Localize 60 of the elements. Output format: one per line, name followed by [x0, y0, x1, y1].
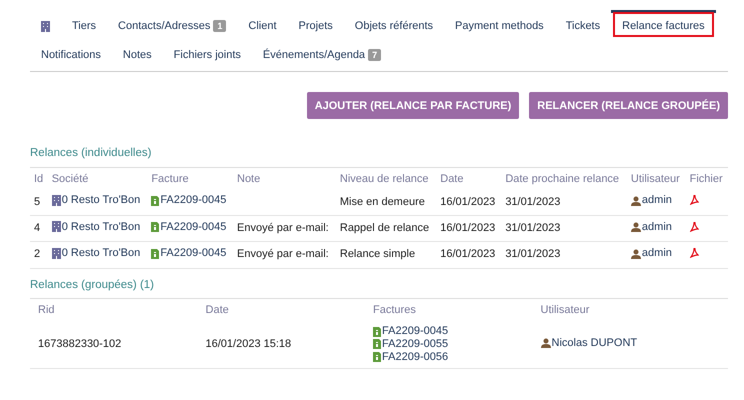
column-header: Niveau de relance	[336, 168, 436, 190]
table-cell: Relance simple	[336, 242, 436, 268]
tab[interactable]: Tiers	[61, 10, 108, 39]
table-cell: 31/01/2023	[501, 215, 627, 242]
table-cell: 31/01/2023	[501, 242, 627, 268]
tab[interactable]: Projets	[288, 10, 344, 39]
table-cell: 16/01/2023	[436, 189, 502, 216]
tab[interactable]: Payment methods	[444, 10, 555, 39]
invoice-link[interactable]: FA2209-0045	[373, 325, 529, 338]
tab[interactable]: Notes	[112, 38, 163, 68]
table-cell: 16/01/2023	[436, 215, 502, 242]
tab[interactable]: Événements/Agenda 7	[252, 38, 392, 68]
table-cell: Envoyé par e-mail:	[233, 242, 336, 268]
tab[interactable]: Fichiers joints	[162, 38, 252, 68]
table-cell: 16/01/2023 15:18	[198, 320, 366, 369]
user-link[interactable]: admin	[630, 194, 672, 208]
column-header: Fichier	[686, 168, 728, 190]
invoice-link[interactable]: FA2209-0055	[373, 338, 529, 351]
tab[interactable]: Tickets	[554, 10, 612, 39]
column-header: Date	[198, 298, 366, 320]
table-cell: Mise en demeure	[336, 189, 436, 216]
column-header: Rid	[30, 298, 198, 320]
invoice-link[interactable]: FA2209-0045	[151, 247, 226, 260]
user-link[interactable]: Nicolas DUPONT	[540, 336, 638, 350]
table-cell: Envoyé par e-mail:	[233, 215, 336, 242]
column-header: Date prochaine relance	[501, 168, 627, 190]
column-header: Facture	[147, 168, 233, 190]
tab[interactable]: Notifications	[30, 38, 112, 68]
column-header: Date	[436, 168, 502, 190]
column-header: Id	[30, 168, 48, 190]
count-badge: 1	[213, 20, 226, 32]
column-header: Utilisateur	[626, 168, 686, 190]
table-cell: 1673882330-102	[30, 320, 198, 369]
column-header: Factures	[365, 298, 533, 320]
count-badge: 7	[368, 48, 382, 62]
column-header: Note	[233, 168, 336, 190]
table-cell: 2	[30, 242, 48, 268]
user-link[interactable]: admin	[630, 220, 672, 234]
tab[interactable]: Objets référents	[344, 10, 444, 39]
table-cell: 4	[30, 215, 48, 242]
tab[interactable]: Client	[237, 10, 288, 39]
section-title: Relances (groupées) (1)	[30, 278, 728, 299]
column-header: Utilisateur	[532, 298, 728, 320]
table-cell: 16/01/2023	[436, 242, 502, 268]
tab[interactable]: Relance factures	[611, 10, 716, 39]
invoice-link[interactable]: FA2209-0045	[151, 220, 226, 234]
table-cell: 31/01/2023	[501, 189, 627, 216]
invoice-link[interactable]: FA2209-0056	[373, 350, 529, 364]
table-cell: 5	[30, 189, 48, 216]
section-title: Relances (individuelles)	[30, 147, 728, 168]
user-link[interactable]: admin	[630, 247, 672, 260]
tab[interactable]: Contacts/Adresses 1	[107, 10, 238, 39]
table-cell: Rappel de relance	[336, 215, 436, 242]
action-button[interactable]: AJOUTER (RELANCE PAR FACTURE)	[306, 92, 520, 120]
invoice-link[interactable]: FA2209-0045	[151, 194, 226, 208]
company-link[interactable]: 0 Resto Tro'Bon	[52, 194, 140, 207]
company-link[interactable]: 0 Resto Tro'Bon	[52, 247, 140, 260]
action-button[interactable]: RELANCER (RELANCE GROUPÉE)	[529, 92, 728, 120]
company-link[interactable]: 0 Resto Tro'Bon	[52, 220, 140, 234]
column-header: Société	[48, 168, 148, 190]
